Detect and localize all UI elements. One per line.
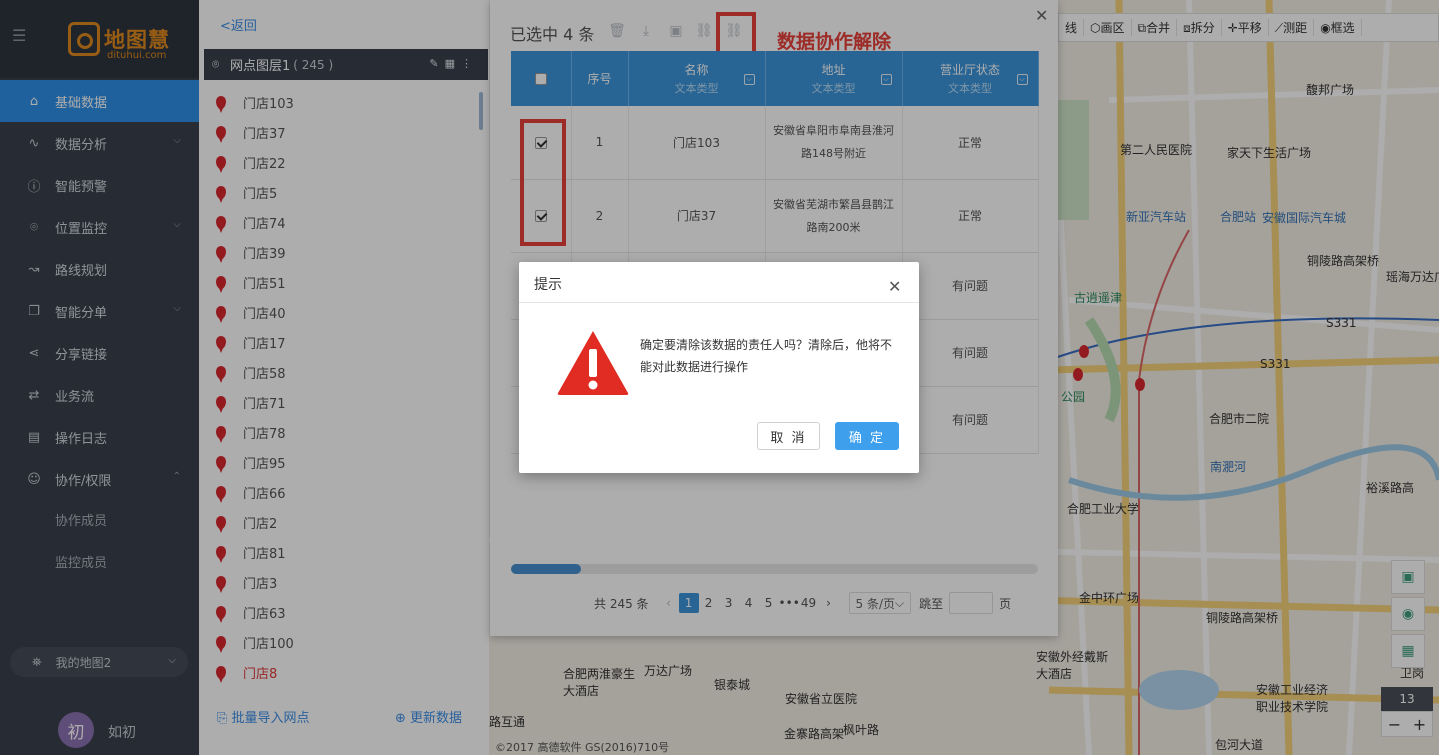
confirm-dialog: 提示 ✕ 确定要清除该数据的责任人吗？清除后，他将不能对此数据进行操作 取 消 …: [519, 262, 919, 473]
cancel-button[interactable]: 取 消: [757, 422, 820, 450]
dialog-message: 确定要清除该数据的责任人吗？清除后，他将不能对此数据进行操作: [640, 338, 893, 374]
confirm-button[interactable]: 确 定: [835, 422, 899, 450]
dialog-title: 提示: [534, 277, 562, 293]
close-icon[interactable]: ✕: [888, 277, 901, 296]
divider: [519, 302, 919, 303]
warning-icon: [557, 331, 629, 395]
